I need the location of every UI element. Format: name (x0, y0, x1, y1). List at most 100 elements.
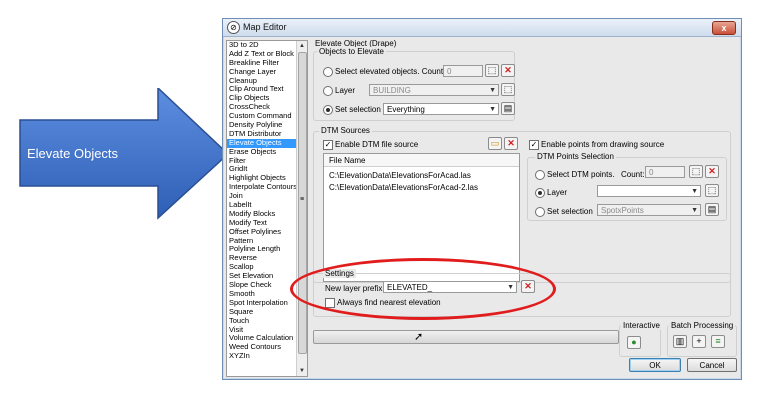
chevron-down-icon: ▼ (489, 87, 496, 94)
command-item[interactable]: Clip Objects (227, 94, 307, 103)
batch-list-icon[interactable]: ▥ (673, 335, 687, 348)
enable-dtm-file-label: Enable DTM file source (335, 140, 419, 149)
command-item[interactable]: Touch (227, 317, 307, 326)
dtm-selection-set-icon[interactable]: ▤ (705, 203, 719, 216)
command-item[interactable]: Weed Contours (227, 343, 307, 352)
ok-button[interactable]: OK (629, 358, 681, 372)
command-item[interactable]: Change Layer (227, 68, 307, 77)
scroll-down-icon[interactable]: ▼ (297, 366, 307, 376)
dtm-layer-label: Layer (547, 188, 568, 197)
close-button[interactable]: x (712, 21, 736, 35)
dtm-count-field: 0 (645, 166, 685, 178)
command-item[interactable]: Custom Command (227, 112, 307, 121)
command-item[interactable]: Pattern (227, 237, 307, 246)
pick-layer-icon[interactable]: ⬚ (501, 83, 515, 96)
objects-group-label: Objects to Elevate (317, 47, 386, 56)
scroll-up-icon[interactable]: ▲ (297, 41, 307, 51)
elevated-count-field: 0 (443, 65, 483, 77)
select-objects-icon[interactable]: ⬚ (485, 64, 499, 77)
command-item[interactable]: Add Z Text or Block (227, 50, 307, 59)
command-item[interactable]: Visit (227, 326, 307, 335)
grip-icon: ≡ (300, 196, 305, 203)
command-item[interactable]: Breakline Filter (227, 59, 307, 68)
command-item[interactable]: Filter (227, 157, 307, 166)
select-dtm-points-radio[interactable] (535, 170, 545, 180)
command-item[interactable]: Reverse (227, 254, 307, 263)
dtm-set-selection-dropdown: SpotxPoints ▼ (597, 204, 701, 216)
command-item[interactable]: Square (227, 308, 307, 317)
select-elevated-label: Select elevated objects. Count: (335, 67, 446, 76)
remove-file-icon[interactable]: ✕ (504, 137, 518, 150)
command-items: 3D to 2D Add Z Text or Block Breakline Fil… (227, 41, 307, 361)
dtm-set-selection-value: SpotxPoints (601, 206, 644, 215)
run-interactive-icon[interactable]: ● (627, 336, 641, 349)
command-item[interactable]: DTM Distributor (227, 130, 307, 139)
command-item[interactable]: Offset Polylines (227, 228, 307, 237)
command-item[interactable]: GridIt (227, 165, 307, 174)
app-icon: ⊘ (227, 21, 240, 34)
dtm-set-selection-radio[interactable] (535, 207, 545, 217)
command-item[interactable]: Erase Objects (227, 148, 307, 157)
clear-selection-icon[interactable]: ✕ (501, 64, 515, 77)
title-bar: ⊘ Map Editor x (223, 19, 741, 37)
pick-dtm-layer-icon[interactable]: ⬚ (705, 184, 719, 197)
set-selection-dropdown[interactable]: Everything ▼ (383, 103, 499, 115)
layer-dropdown-value: BUILDING (373, 86, 411, 95)
dtm-sources-label: DTM Sources (319, 126, 372, 135)
chevron-down-icon: ▼ (691, 207, 698, 214)
command-item[interactable]: Highlight Objects (227, 174, 307, 183)
dtm-layer-radio[interactable] (535, 188, 545, 198)
command-item[interactable]: Clip Around Text (227, 85, 307, 94)
dtm-layer-dropdown[interactable]: ▼ (597, 185, 701, 197)
command-item[interactable]: Cleanup (227, 77, 307, 86)
progress-bar (313, 330, 619, 344)
select-dtm-points-label: Select DTM points. (547, 170, 615, 179)
set-selection-label: Set selection (335, 105, 381, 114)
command-item[interactable]: CrossCheck (227, 103, 307, 112)
command-item[interactable]: Modify Text (227, 219, 307, 228)
file-row[interactable]: C:\ElevationData\ElevationsForAcad.las (329, 171, 471, 180)
open-folder-icon[interactable]: ▭ (488, 137, 502, 150)
run-batch-icon[interactable]: ≡ (711, 335, 725, 348)
set-selection-value: Everything (387, 105, 425, 114)
command-item[interactable]: Scallop (227, 263, 307, 272)
select-points-icon[interactable]: ⬚ (689, 165, 703, 178)
command-item[interactable]: XYZIn (227, 352, 307, 361)
command-item[interactable]: Modify Blocks (227, 210, 307, 219)
file-row[interactable]: C:\ElevationData\ElevationsForAcad-2.las (329, 183, 478, 192)
command-item[interactable]: Spot Interpolation (227, 299, 307, 308)
chevron-down-icon: ▼ (489, 106, 496, 113)
enable-dtm-file-checkbox[interactable]: ✓ (323, 140, 333, 150)
command-item[interactable]: LabelIt (227, 201, 307, 210)
command-item[interactable]: Density Polyline (227, 121, 307, 130)
command-item[interactable]: Polyline Length (227, 245, 307, 254)
dtm-points-label: DTM Points Selection (535, 152, 616, 161)
callout-label: Elevate Objects (27, 146, 119, 161)
add-batch-icon[interactable]: + (692, 335, 706, 348)
layer-radio[interactable] (323, 86, 333, 96)
command-item[interactable]: Join (227, 192, 307, 201)
map-editor-window: ⊘ Map Editor x 3D to 2D Add Z Text or Blo… (222, 18, 742, 380)
scroll-thumb[interactable]: ≡ (298, 52, 307, 354)
count-label: Count: (621, 170, 645, 179)
list-scrollbar[interactable]: ▲ ≡ ▼ (296, 41, 307, 376)
interactive-label: Interactive (621, 321, 662, 330)
enable-points-checkbox[interactable]: ✓ (529, 140, 539, 150)
command-item[interactable]: Interpolate Contours (227, 183, 307, 192)
command-item[interactable]: 3D to 2D (227, 41, 307, 50)
window-title: Map Editor (243, 22, 287, 32)
command-item[interactable]: Elevate Objects (227, 138, 307, 148)
layer-label: Layer (335, 86, 356, 95)
clear-points-icon[interactable]: ✕ (705, 165, 719, 178)
cancel-button[interactable]: Cancel (687, 358, 737, 372)
batch-label: Batch Processing (669, 321, 736, 330)
dtm-set-selection-label: Set selection (547, 207, 593, 216)
select-elevated-radio[interactable] (323, 67, 333, 77)
command-item[interactable]: Volume Calculation (227, 334, 307, 343)
layer-dropdown: BUILDING ▼ (369, 84, 499, 96)
selection-set-icon[interactable]: ▤ (501, 102, 515, 115)
set-selection-radio[interactable] (323, 105, 333, 115)
command-list[interactable]: 3D to 2D Add Z Text or Block Breakline Fil… (226, 40, 308, 377)
file-name-header: File Name (324, 154, 519, 167)
highlight-ellipse (290, 258, 556, 320)
